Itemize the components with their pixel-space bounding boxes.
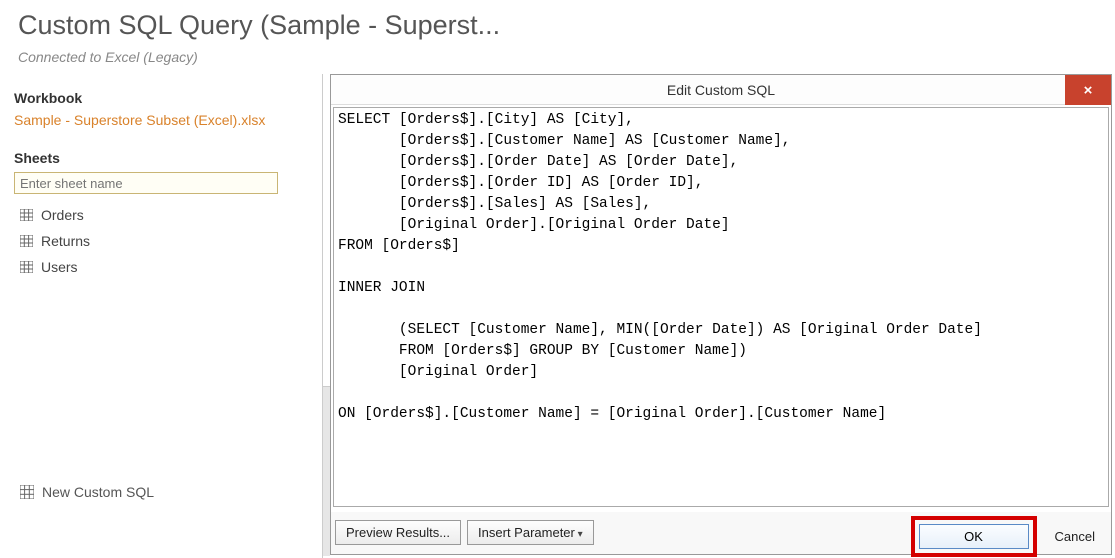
new-custom-sql-label: New Custom SQL — [42, 484, 154, 500]
sheet-label: Users — [41, 259, 78, 275]
footer-right: OK Cancel — [911, 516, 1101, 557]
sheet-label: Orders — [41, 207, 84, 223]
insert-parameter-button[interactable]: Insert Parameter — [467, 520, 594, 545]
dialog-body — [331, 105, 1111, 512]
close-icon: × — [1084, 82, 1093, 99]
new-custom-sql-button[interactable]: New Custom SQL — [14, 480, 160, 504]
left-panel: Workbook Sample - Superstore Subset (Exc… — [14, 90, 304, 280]
workbook-header: Workbook — [14, 90, 304, 106]
sql-icon — [20, 485, 34, 499]
sql-textarea[interactable] — [333, 107, 1109, 507]
cancel-button[interactable]: Cancel — [1049, 525, 1101, 548]
sheet-item-returns[interactable]: Returns — [14, 228, 304, 254]
sheet-label: Returns — [41, 233, 90, 249]
page-title: Custom SQL Query (Sample - Superst... — [0, 0, 1115, 43]
sheets-header: Sheets — [14, 150, 304, 166]
workbook-name[interactable]: Sample - Superstore Subset (Excel).xlsx — [14, 112, 304, 128]
edit-custom-sql-dialog: Edit Custom SQL × Preview Results... Ins… — [330, 74, 1112, 555]
sheet-item-users[interactable]: Users — [14, 254, 304, 280]
dialog-close-button[interactable]: × — [1065, 75, 1111, 105]
table-icon — [20, 209, 33, 221]
dialog-titlebar: Edit Custom SQL × — [331, 75, 1111, 105]
dialog-footer: Preview Results... Insert Parameter OK C… — [331, 512, 1111, 554]
sheet-name-input[interactable] — [14, 172, 278, 194]
background-strip — [323, 386, 330, 556]
table-icon — [20, 235, 33, 247]
preview-results-button[interactable]: Preview Results... — [335, 520, 461, 545]
dialog-title: Edit Custom SQL — [667, 82, 775, 98]
sheet-item-orders[interactable]: Orders — [14, 202, 304, 228]
ok-highlight-box: OK — [911, 516, 1037, 557]
table-icon — [20, 261, 33, 273]
ok-button[interactable]: OK — [919, 524, 1029, 549]
